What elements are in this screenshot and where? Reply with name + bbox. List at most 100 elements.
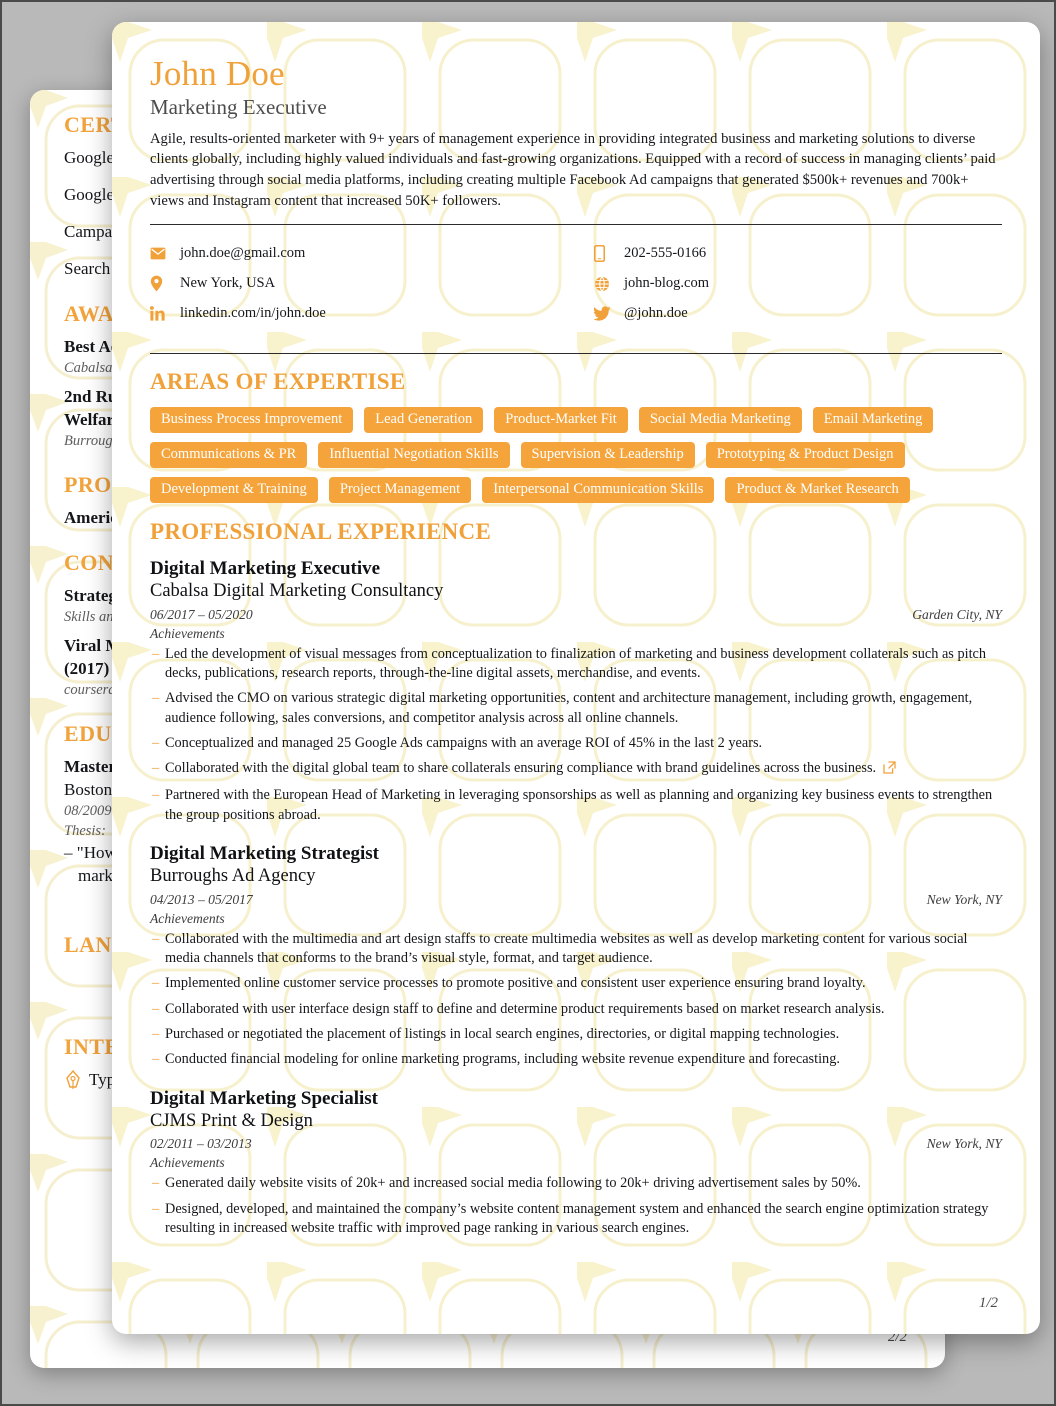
achievement-item: – Implemented online customer service pro…: [150, 974, 1002, 993]
bullet-dash-icon: –: [152, 1000, 160, 1017]
experience-job-title: Digital Marketing Specialist: [150, 1087, 378, 1109]
achievement-item: – Collaborated with the digital global te…: [150, 759, 1002, 780]
experience-list: Digital Marketing Executive Cabalsa Digit…: [150, 557, 1002, 1238]
contact-location[interactable]: New York, USA: [150, 269, 576, 299]
professional-summary: Agile, results-oriented marketer with 9+…: [150, 130, 996, 209]
experience-location: New York, NY: [926, 1136, 1002, 1152]
divider-bottom: [150, 352, 1002, 354]
bullet-dash-icon: –: [152, 975, 160, 992]
external-link-icon[interactable]: [883, 761, 896, 780]
page-1-content: John Doe Marketing Executive Agile, resu…: [112, 22, 1040, 1238]
bullet-dash-icon: –: [152, 645, 160, 662]
achievement-text: Implemented online customer service proc…: [165, 975, 866, 992]
experience-location: New York, NY: [926, 891, 1002, 907]
achievement-text: Led the development of visual messages f…: [165, 645, 987, 681]
achievement-item: – Collaborated with user interface design…: [150, 1000, 1002, 1019]
achievement-item: – Collaborated with the multimedia and ar…: [150, 930, 1002, 969]
achievement-item: – Conceptualized and managed 25 Google Ad…: [150, 734, 1002, 753]
bullet-dash-icon: –: [152, 930, 160, 947]
bullet-dash-icon: –: [152, 787, 160, 804]
achievement-list: – Generated daily website visits of 20k+ …: [150, 1174, 1002, 1238]
experience-job-title: Digital Marketing Executive: [150, 557, 381, 579]
experience-company: Burroughs Ad Agency: [150, 866, 316, 887]
expertise-tag: Project Management: [328, 476, 472, 503]
achievement-text: Collaborated with the multimedia and art…: [165, 930, 968, 967]
experience-meta: 04/2013 – 05/2017 New York, NY: [150, 892, 1002, 908]
contact-column-left: john.doe@gmail.com New York, USA linkedi…: [150, 239, 576, 329]
linkedin-icon: [150, 306, 172, 321]
contact-twitter-value: @john.doe: [624, 305, 688, 322]
bullet-dash-icon: –: [152, 690, 160, 707]
achievement-item: – Advised the CMO on various strategic di…: [150, 689, 1002, 728]
contact-email-value: john.doe@gmail.com: [180, 245, 306, 262]
page-number-front: 1/2: [978, 1295, 998, 1311]
contact-location-value: New York, USA: [180, 275, 276, 292]
achievements-label: Achievements: [150, 910, 225, 926]
page-title: John Doe: [150, 54, 285, 93]
achievement-item: – Partnered with the European Head of Mar…: [150, 786, 1002, 825]
location-pin-icon: [150, 275, 172, 292]
bullet-dash-icon: –: [152, 1175, 160, 1192]
email-icon: [150, 247, 172, 260]
achievement-item: – Conducted financial modeling for online…: [150, 1050, 1002, 1069]
bullet-dash-icon: –: [152, 1200, 160, 1217]
achievement-text: Advised the CMO on various strategic dig…: [165, 690, 973, 726]
experience-job-title: Digital Marketing Strategist: [150, 843, 380, 865]
expertise-tag-list: Business Process Improvement Lead Generat…: [150, 406, 1002, 503]
expertise-tag: Communications & PR: [150, 441, 308, 468]
experience-entry: Digital Marketing Specialist CJMS Print &…: [150, 1087, 1002, 1239]
globe-icon: [594, 276, 616, 292]
expertise-tag: Social Media Marketing: [638, 406, 802, 433]
achievement-item: – Led the development of visual messages …: [150, 645, 1002, 684]
expertise-tag: Supervision & Leadership: [520, 441, 695, 468]
expertise-tag: Product-Market Fit: [494, 406, 628, 433]
achievement-text: Generated daily website visits of 20k+ a…: [165, 1175, 861, 1192]
experience-location: Garden City, NY: [912, 606, 1002, 622]
bullet-dash-icon: –: [152, 734, 160, 751]
expertise-tag: Product & Market Research: [725, 476, 910, 503]
achievement-text: Purchased or negotiated the placement of…: [165, 1025, 840, 1042]
bullet-dash-icon: –: [152, 1051, 160, 1068]
contact-website-value: john-blog.com: [624, 275, 709, 292]
achievement-item: – Purchased or negotiated the placement o…: [150, 1025, 1002, 1044]
expertise-tag: Influential Negotiation Skills: [318, 441, 510, 468]
job-role-subtitle: Marketing Executive: [150, 94, 327, 119]
expertise-tag: Development & Training: [150, 476, 318, 503]
achievement-text: Conceptualized and managed 25 Google Ads…: [165, 734, 763, 751]
achievement-item: – Designed, developed, and maintained the…: [150, 1200, 1002, 1239]
achievement-text: Collaborated with the digital global tea…: [165, 759, 1002, 780]
contact-phone-value: 202-555-0166: [624, 245, 707, 262]
achievement-text: Conducted financial modeling for online …: [165, 1051, 840, 1068]
phone-icon: [594, 245, 616, 263]
achievement-text: Partnered with the European Head of Mark…: [165, 787, 993, 823]
contact-email[interactable]: john.doe@gmail.com: [150, 239, 576, 269]
section-heading-experience: PROFESSIONAL EXPERIENCE: [150, 518, 492, 544]
experience-entry: Digital Marketing Executive Cabalsa Digit…: [150, 557, 1002, 825]
bullet-dash-icon: –: [152, 1025, 160, 1042]
achievement-item: – Generated daily website visits of 20k+ …: [150, 1174, 1002, 1193]
contact-block: john.doe@gmail.com New York, USA linkedi…: [150, 225, 1002, 341]
achievements-label: Achievements: [150, 625, 225, 641]
achievement-list: – Led the development of visual messages …: [150, 645, 1002, 825]
experience-meta: 02/2011 – 03/2013 New York, NY: [150, 1136, 1002, 1152]
achievements-label: Achievements: [150, 1155, 225, 1171]
achievement-list: – Collaborated with the multimedia and ar…: [150, 930, 1002, 1070]
expertise-tag: Prototyping & Product Design: [705, 441, 905, 468]
experience-dates: 02/2011 – 03/2013: [150, 1136, 252, 1152]
achievement-text: Designed, developed, and maintained the …: [165, 1200, 989, 1236]
twitter-icon: [594, 306, 616, 321]
experience-meta: 06/2017 – 05/2020 Garden City, NY: [150, 607, 1002, 623]
expertise-tag: Business Process Improvement: [150, 406, 354, 433]
expertise-tag: Email Marketing: [812, 406, 934, 433]
contact-column-right: 202-555-0166 john-blog.com @john.doe: [576, 239, 1002, 329]
experience-company: CJMS Print & Design: [150, 1110, 313, 1131]
bullet-dash-icon: –: [152, 760, 160, 777]
experience-dates: 04/2013 – 05/2017: [150, 891, 253, 907]
contact-website[interactable]: john-blog.com: [594, 269, 1002, 299]
contact-phone[interactable]: 202-555-0166: [594, 239, 1002, 269]
contact-linkedin[interactable]: linkedin.com/in/john.doe: [150, 299, 576, 329]
contact-twitter[interactable]: @john.doe: [594, 299, 1002, 329]
section-heading-expertise: AREAS OF EXPERTISE: [150, 368, 406, 394]
pen-nib-icon: [66, 1070, 80, 1089]
contact-linkedin-value: linkedin.com/in/john.doe: [180, 305, 326, 322]
